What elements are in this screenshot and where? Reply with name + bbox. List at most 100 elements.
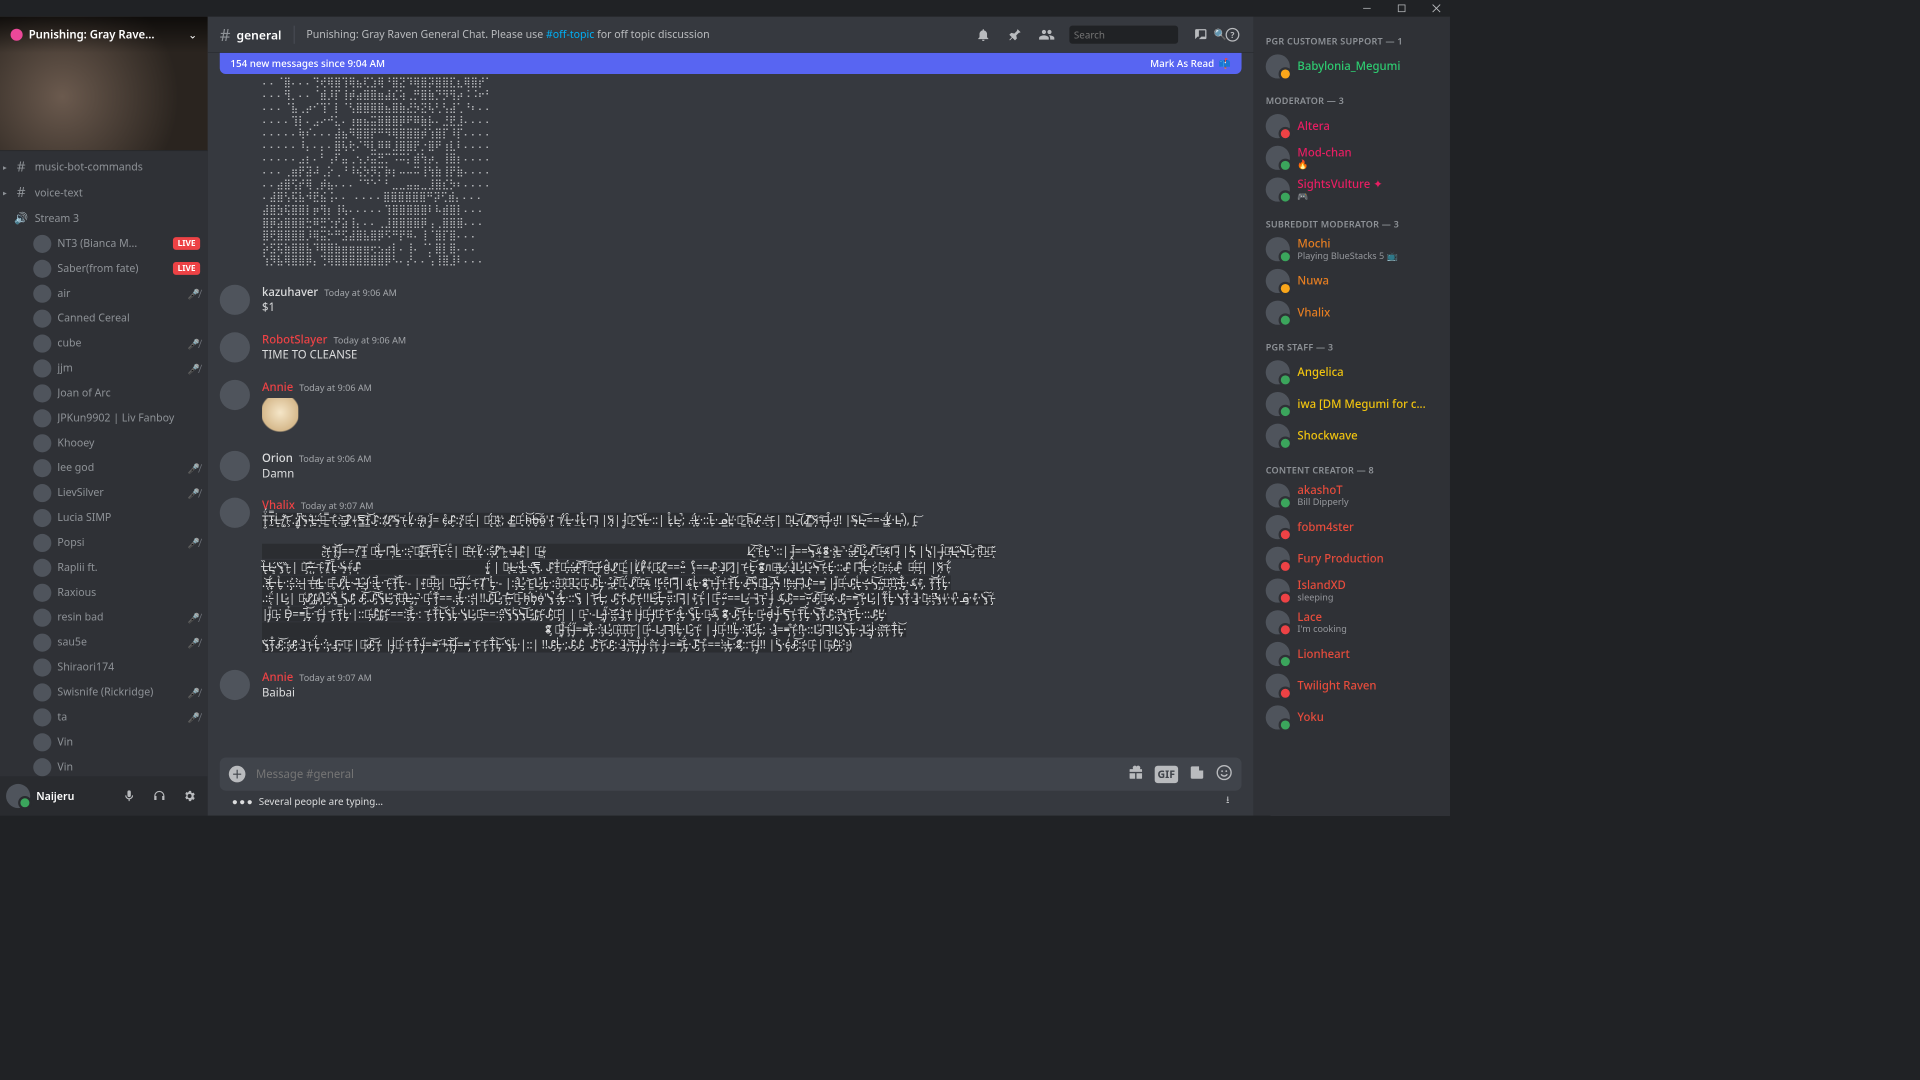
bell-icon[interactable] — [974, 25, 992, 43]
member[interactable]: SightsVulture ✦🎮 — [1260, 174, 1444, 206]
inbox-icon[interactable] — [1192, 25, 1210, 43]
member[interactable]: LaceI'm cooking — [1260, 606, 1444, 638]
topic-link[interactable]: #off-topic — [546, 27, 594, 41]
text-channel[interactable]: ▸#music-bot-commands — [0, 154, 208, 180]
collapse-icon: ▸ — [3, 162, 7, 173]
voice-user[interactable]: Canned Cereal — [0, 306, 208, 331]
message-text: Ṫ̵͓̮̈́T̷̰̿L̶̝̇·̸͚̐ℸ̴̧͝ .:̷̲͑J̸̬͆ᓭ̵͎̏·̴͎̐… — [262, 513, 1241, 653]
member-avatar — [1266, 674, 1290, 698]
voice-user[interactable]: JPKun9902 | Liv Fanboy — [0, 406, 208, 431]
member[interactable]: akashoTBill Dipperly — [1260, 480, 1444, 512]
gif-icon[interactable]: GIF — [1154, 765, 1178, 782]
help-icon[interactable]: ? — [1223, 25, 1241, 43]
window-minimize[interactable] — [1356, 0, 1377, 17]
attach-plus-icon[interactable]: ＋ — [229, 766, 246, 783]
voice-user[interactable]: Raxious — [0, 580, 208, 605]
chevron-down-icon[interactable]: ⌄ — [188, 28, 197, 42]
message-author[interactable]: kazuhaver — [262, 285, 318, 300]
voice-user-name: Popsi — [57, 535, 181, 549]
member[interactable]: Mod-chan🔥 — [1260, 142, 1444, 174]
jump-to-present[interactable]: ⭳ — [1226, 792, 1229, 809]
member[interactable]: Fury Production — [1260, 543, 1444, 575]
voice-user-name: Shiraori174 — [57, 660, 200, 674]
members-icon[interactable] — [1038, 25, 1056, 43]
role-heading: MODERATOR — 3 — [1260, 82, 1444, 110]
voice-user[interactable]: Raplii ft. — [0, 555, 208, 580]
voice-user-name: Lucia SIMP — [57, 511, 200, 525]
voice-user[interactable]: Vin — [0, 754, 208, 776]
new-messages-bar[interactable]: 154 new messages since 9:04 AM Mark As R… — [220, 53, 1242, 74]
message-input[interactable] — [256, 767, 1117, 782]
voice-user[interactable]: Shiraori174 — [0, 655, 208, 680]
member[interactable]: Lionheart — [1260, 638, 1444, 670]
voice-user[interactable]: Joan of Arc — [0, 381, 208, 406]
voice-user[interactable]: Vin — [0, 730, 208, 755]
message-author[interactable]: Annie — [262, 380, 293, 395]
member[interactable]: iwa [DM Megumi for c... — [1260, 388, 1444, 420]
message-author[interactable]: Annie — [262, 670, 293, 685]
message-author[interactable]: RobotSlayer — [262, 332, 327, 347]
channel-topic[interactable]: Punishing: Gray Raven General Chat. Plea… — [306, 27, 968, 41]
member[interactable]: Babylonia_Megumi — [1260, 51, 1444, 83]
emoji-icon[interactable] — [1216, 764, 1233, 784]
voice-user[interactable]: NT3 (Bianca M...LIVE — [0, 231, 208, 256]
mark-as-read[interactable]: Mark As Read — [1150, 57, 1214, 71]
member[interactable]: Vhalix — [1260, 297, 1444, 329]
channel-name: music-bot-commands — [35, 160, 143, 174]
member[interactable]: Altera — [1260, 110, 1444, 142]
sticker-icon[interactable] — [1189, 764, 1206, 784]
window-close[interactable] — [1426, 0, 1447, 17]
headphones-icon[interactable] — [147, 784, 171, 808]
message-avatar[interactable] — [220, 380, 250, 410]
voice-channel[interactable]: 🔊Stream 3 — [0, 205, 208, 231]
message-avatar[interactable] — [220, 670, 250, 700]
message-author[interactable]: Orion — [262, 451, 293, 466]
voice-user[interactable]: jjm🎤̸ — [0, 356, 208, 381]
message-avatar[interactable] — [220, 332, 250, 362]
member[interactable]: Shockwave — [1260, 420, 1444, 452]
voice-user[interactable]: lee god🎤̸ — [0, 455, 208, 480]
message-author[interactable]: Vhalix — [262, 498, 295, 513]
window-maximize[interactable] — [1391, 0, 1412, 17]
mic-muted-icon: 🎤̸ — [188, 336, 200, 350]
new-messages-text: 154 new messages since 9:04 AM — [230, 57, 385, 71]
voice-user[interactable]: sau5e🎤̸ — [0, 630, 208, 655]
search-box[interactable]: 🔍 — [1069, 25, 1178, 43]
voice-user[interactable]: Saber(from fate)LIVE — [0, 256, 208, 281]
voice-user[interactable]: Swisnife (Rickridge)🎤̸ — [0, 680, 208, 705]
self-avatar[interactable] — [6, 784, 30, 808]
member[interactable]: MochiPlaying BlueStacks 5 📺 — [1260, 233, 1444, 265]
message-input-box[interactable]: ＋ GIF — [220, 757, 1242, 790]
member[interactable]: fobm4ster — [1260, 511, 1444, 543]
voice-user[interactable]: Popsi 🎤̸ — [0, 530, 208, 555]
voice-user[interactable]: LievSilver🎤̸ — [0, 480, 208, 505]
voice-user[interactable]: resin bad🎤̸ — [0, 605, 208, 630]
server-header[interactable]: Punishing: Gray Rave... ⌄ — [0, 17, 208, 151]
member[interactable]: Angelica — [1260, 356, 1444, 388]
user-panel: Naijeru — [0, 776, 208, 815]
message-text: TIME TO CLEANSE — [262, 347, 1241, 363]
mic-muted-icon: 🎤̸ — [188, 536, 200, 550]
gift-icon[interactable] — [1127, 764, 1144, 784]
voice-user[interactable]: Lucia SIMP — [0, 505, 208, 530]
message-avatar[interactable] — [220, 451, 250, 481]
server-boost-icon — [11, 29, 23, 41]
voice-user-name: Swisnife (Rickridge) — [57, 685, 181, 699]
member[interactable]: Yoku — [1260, 702, 1444, 734]
member-name: Angelica — [1297, 366, 1343, 378]
gear-icon[interactable] — [177, 784, 201, 808]
message-avatar[interactable] — [220, 285, 250, 315]
member[interactable]: Nuwa — [1260, 265, 1444, 297]
voice-user[interactable]: air🎤̸ — [0, 281, 208, 306]
message-avatar[interactable] — [220, 498, 250, 528]
text-channel[interactable]: ▸#voice-text — [0, 180, 208, 206]
voice-user[interactable]: Khooey — [0, 430, 208, 455]
voice-user[interactable]: ta🎤̸ — [0, 705, 208, 730]
voice-user[interactable]: cube🎤̸ — [0, 331, 208, 356]
message-timestamp: Today at 9:06 AM — [299, 452, 372, 465]
member[interactable]: IslandXDsleeping — [1260, 575, 1444, 607]
mic-icon[interactable] — [117, 784, 141, 808]
pin-icon[interactable] — [1006, 25, 1024, 43]
member[interactable]: Twilight Raven — [1260, 670, 1444, 702]
member-avatar — [1266, 578, 1290, 602]
